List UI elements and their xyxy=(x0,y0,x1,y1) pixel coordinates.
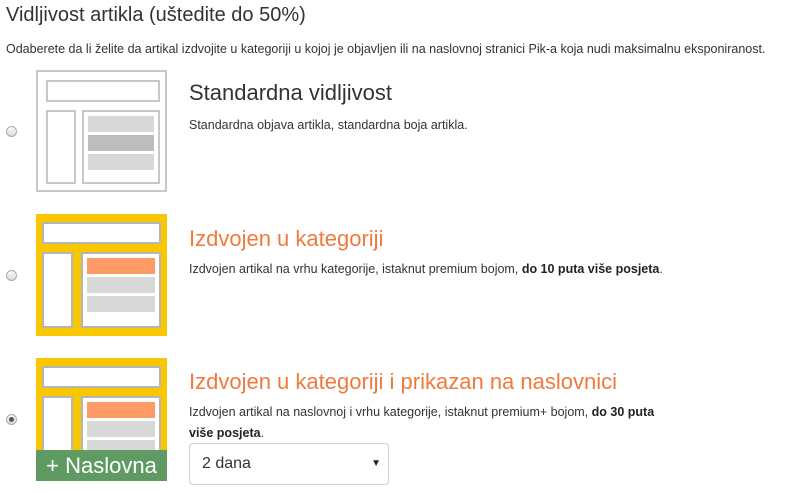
thumbnail-header-bar xyxy=(42,222,161,244)
radio-category[interactable] xyxy=(6,270,17,281)
thumbnail-content xyxy=(81,252,161,328)
chevron-down-icon: ▼ xyxy=(371,458,381,469)
description-suffix: . xyxy=(659,262,663,276)
standard-layout-thumbnail[interactable] xyxy=(36,70,167,192)
thumbnail-header-bar xyxy=(42,366,161,388)
thumbnail-content xyxy=(82,110,160,184)
option-title-category: Izdvojen u kategoriji xyxy=(189,226,384,251)
thumbnail-header-bar xyxy=(46,80,160,102)
duration-select[interactable]: 2 dana ▼ xyxy=(189,443,389,485)
radio-standard[interactable] xyxy=(6,126,17,137)
page-description: Odaberete da li želite da artikal izdvoj… xyxy=(6,42,766,56)
option-description-category: Izdvojen artikal na vrhu kategorije, ist… xyxy=(189,259,749,280)
thumbnail-line xyxy=(88,116,154,132)
option-title-homepage: Izdvojen u kategoriji i prikazan na nasl… xyxy=(189,369,618,394)
duration-select-value: 2 dana xyxy=(202,455,251,472)
thumbnail-line-highlight xyxy=(87,402,155,418)
description-suffix: . xyxy=(260,426,265,440)
thumbnail-line-highlight xyxy=(87,258,155,274)
category-layout-thumbnail[interactable] xyxy=(36,214,167,336)
thumbnail-line xyxy=(87,421,155,437)
option-description-homepage: Izdvojen artikal na naslovnoj i vrhu kat… xyxy=(189,402,679,444)
option-title-standard: Standardna vidljivost xyxy=(189,80,393,105)
page-title: Vidljivost artikla (uštedite do 50%) xyxy=(6,4,306,26)
description-text: Izdvojen artikal na naslovnoj i vrhu kat… xyxy=(189,405,589,419)
thumbnail-line xyxy=(88,154,154,170)
thumbnail-line xyxy=(88,135,154,151)
thumbnail-line xyxy=(87,296,155,312)
description-emphasis: do 10 puta više posjeta xyxy=(521,262,660,276)
option-description-standard: Standardna objava artikla, standardna bo… xyxy=(189,118,468,132)
radio-homepage[interactable] xyxy=(6,414,17,425)
thumbnail-sidebar xyxy=(42,252,73,328)
homepage-badge: + Naslovna xyxy=(36,450,167,481)
thumbnail-sidebar xyxy=(46,110,76,184)
thumbnail-line xyxy=(87,277,155,293)
description-text: Izdvojen artikal na vrhu kategorije, ist… xyxy=(189,262,519,276)
